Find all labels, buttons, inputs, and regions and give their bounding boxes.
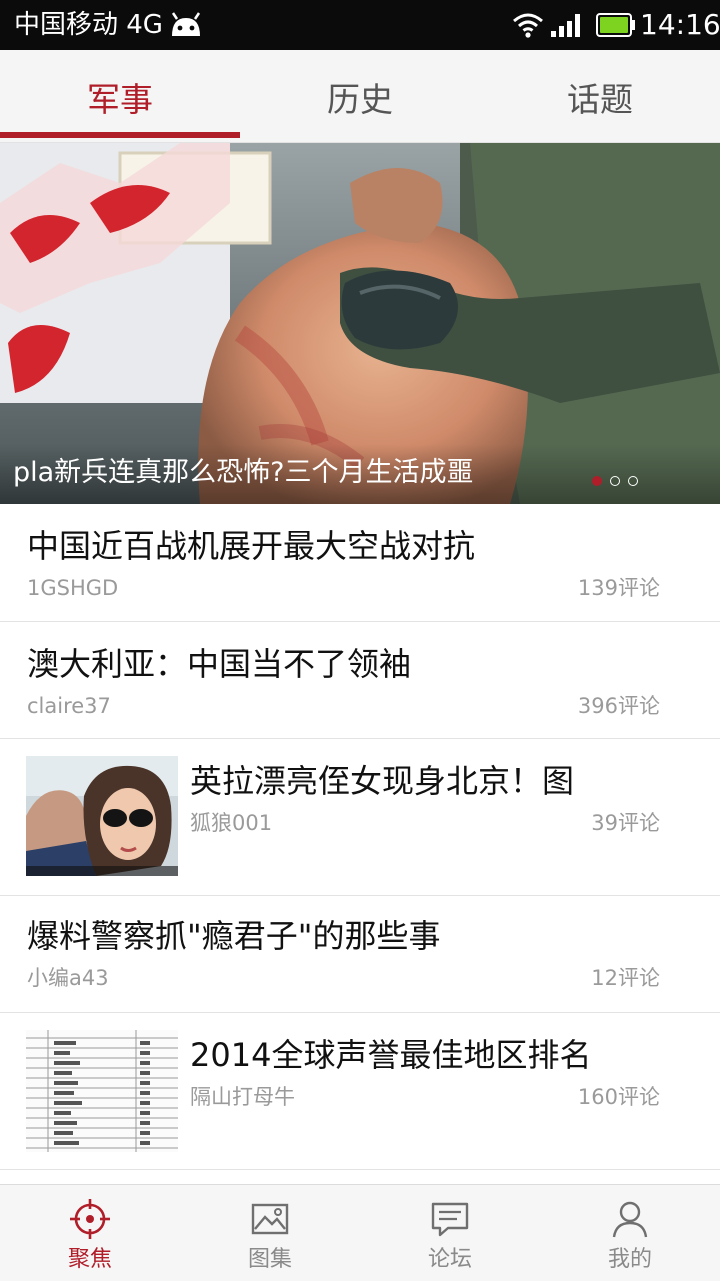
article-list: 中国近百战机展开最大空战对抗 1GSHGD 139评论 澳大利亚：中国当不了领袖… — [0, 504, 720, 1170]
list-item[interactable]: 2014全球声誉最佳地区排名 隔山打母牛 160评论 — [0, 1013, 720, 1170]
article-title: 英拉漂亮侄女现身北京！图 — [190, 762, 575, 800]
nav-me[interactable]: 我的 — [540, 1185, 720, 1281]
pager-dot[interactable] — [628, 476, 638, 486]
chat-icon — [431, 1202, 469, 1237]
article-comment-count: 139评论 — [577, 576, 660, 600]
article-title: 中国近百战机展开最大空战对抗 — [27, 527, 476, 565]
carrier-label: 中国移动 4G — [14, 10, 163, 40]
pager-dot[interactable] — [610, 476, 620, 486]
article-author: 小编a43 — [27, 966, 109, 990]
tab-military[interactable]: 军事 — [0, 50, 240, 142]
article-title: 2014全球声誉最佳地区排名 — [190, 1036, 592, 1074]
wifi-icon — [513, 13, 543, 38]
article-author: claire37 — [27, 694, 111, 718]
nav-gallery[interactable]: 图集 — [180, 1185, 360, 1281]
clock: 14:16 — [640, 8, 720, 41]
nav-focus[interactable]: 聚焦 — [0, 1185, 180, 1281]
pager-dot[interactable] — [592, 476, 602, 486]
banner-title: pla新兵连真那么恐怖?三个月生活成噩 — [13, 457, 474, 488]
article-title: 爆料警察抓"瘾君子"的那些事 — [27, 917, 441, 955]
crosshair-icon — [70, 1199, 110, 1239]
banner-pager — [592, 471, 646, 490]
category-tabs: 军事 历史 话题 — [0, 50, 720, 143]
nav-label: 聚焦 — [67, 1247, 112, 1272]
image-icon — [251, 1203, 289, 1235]
nav-forum[interactable]: 论坛 — [360, 1185, 540, 1281]
article-author: 隔山打母牛 — [190, 1085, 295, 1109]
article-thumbnail — [26, 756, 178, 876]
tab-history[interactable]: 历史 — [240, 50, 480, 142]
battery-icon — [596, 13, 635, 37]
article-comment-count: 160评论 — [577, 1085, 660, 1109]
status-bar: 中国移动 4G 14:16 — [0, 0, 720, 50]
list-item[interactable]: 爆料警察抓"瘾君子"的那些事 小编a43 12评论 — [0, 896, 720, 1013]
article-thumbnail — [26, 1030, 178, 1152]
android-icon — [171, 12, 201, 36]
article-author: 1GSHGD — [27, 576, 119, 600]
signal-icon — [551, 14, 580, 37]
article-comment-count: 396评论 — [577, 694, 660, 718]
list-item[interactable]: 中国近百战机展开最大空战对抗 1GSHGD 139评论 — [0, 504, 720, 622]
featured-banner[interactable]: pla新兵连真那么恐怖?三个月生活成噩 — [0, 143, 720, 504]
list-item[interactable]: 澳大利亚：中国当不了领袖 claire37 396评论 — [0, 622, 720, 739]
article-title: 澳大利亚：中国当不了领袖 — [27, 645, 412, 683]
bottom-navigation: 聚焦 图集 论坛 我的 — [0, 1184, 720, 1281]
tab-topics[interactable]: 话题 — [480, 50, 720, 142]
article-author: 狐狼001 — [190, 811, 273, 835]
list-item[interactable]: 英拉漂亮侄女现身北京！图 狐狼001 39评论 — [0, 739, 720, 896]
nav-label: 论坛 — [427, 1247, 472, 1272]
active-tab-indicator — [0, 132, 240, 138]
nav-label: 图集 — [247, 1247, 292, 1272]
article-comment-count: 39评论 — [591, 811, 660, 835]
nav-label: 我的 — [607, 1247, 652, 1272]
article-comment-count: 12评论 — [591, 966, 660, 990]
user-icon — [612, 1201, 648, 1238]
